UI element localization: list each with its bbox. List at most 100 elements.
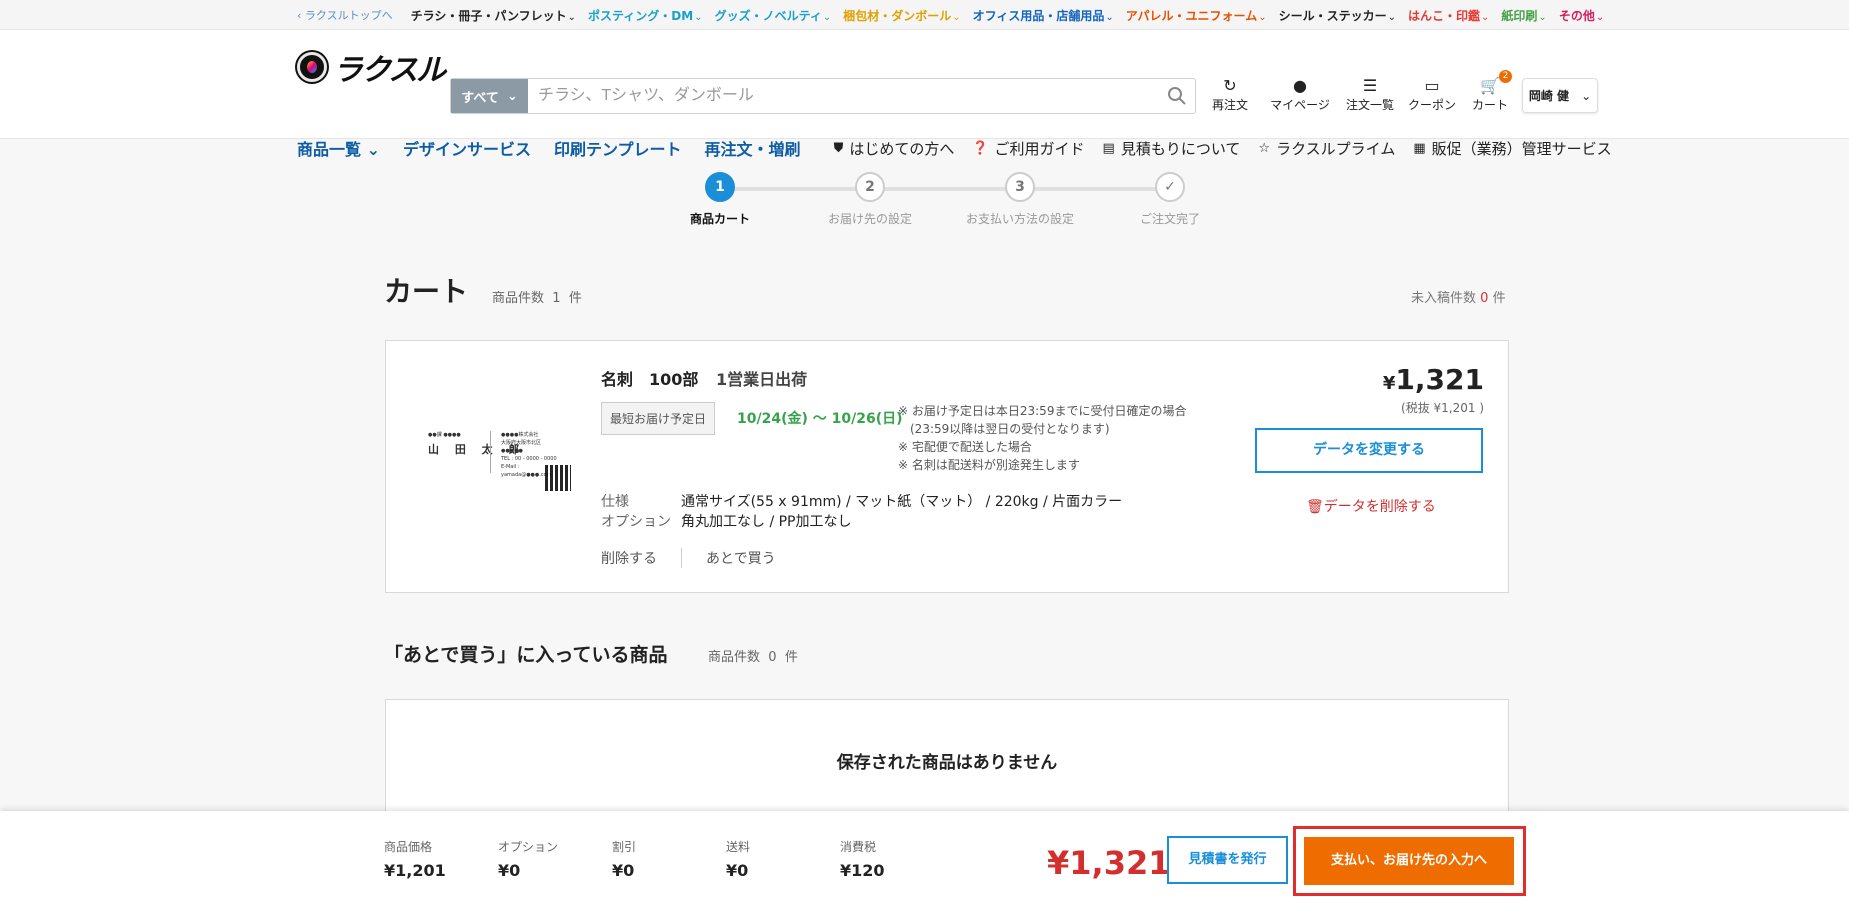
cart-count-label: 商品件数 <box>492 291 545 306</box>
steps-track <box>722 187 1178 191</box>
nav-prime[interactable]: ☆ ラクスルプライム <box>1258 138 1395 159</box>
spec-label: 仕様 <box>601 494 629 510</box>
summary-label: 送料 <box>726 840 751 854</box>
buy-later-panel: 保存された商品はありません <box>385 699 1509 829</box>
price-yen: ¥ <box>1382 373 1396 394</box>
category-packaging[interactable]: 梱包材・ダンボール <box>843 7 960 24</box>
order-list-button[interactable]: ☰ 注文一覧 <box>1340 76 1400 113</box>
business-card-preview[interactable]: ●●課 ●●●● 山 田 太 郎 ●●●●株式会社 大阪府大阪市北区●●●●● … <box>428 431 571 501</box>
reorder-button[interactable]: ↻ 再注文 <box>1206 76 1254 113</box>
nav-first-time-label: はじめての方へ <box>849 139 955 158</box>
category-flyers[interactable]: チラシ・冊子・パンフレット <box>411 7 576 24</box>
step-2-circle: 2 <box>855 172 885 202</box>
buy-later-link[interactable]: あとで買う <box>706 548 776 568</box>
step-1-circle: 1 <box>705 172 735 202</box>
chevron-down-icon: ⌄ <box>1581 88 1592 103</box>
back-link-label: ラクスルトップへ <box>304 9 393 22</box>
chevron-down-icon: ⌄ <box>506 88 518 104</box>
coupon-button[interactable]: ▭ クーポン <box>1404 76 1460 113</box>
nav-reorder[interactable]: 再注文・増刷 <box>705 136 801 160</box>
delivery-notes: ※ お届け予定日は本日23:59までに受付日確定の場合 (23:59以降は翌日の… <box>898 402 1186 474</box>
delivery-note: ※ 名刺は配送料が別途発生します <box>898 458 1080 472</box>
nav-prime-label: ラクスルプライム <box>1276 139 1396 158</box>
summary-item: 送料 ¥0 <box>726 838 750 880</box>
delivery-tag: 最短お届け予定日 <box>601 402 716 435</box>
summary-value: ¥1,201 <box>384 861 446 880</box>
qr-code-icon <box>545 465 571 491</box>
user-menu-button[interactable]: 岡崎 健 ⌄ <box>1522 78 1598 113</box>
nav-design-service[interactable]: デザインサービス <box>403 136 531 160</box>
step-3-circle: 3 <box>1005 172 1035 202</box>
search-category-select[interactable]: すべて ⌄ <box>451 79 528 113</box>
site-logo[interactable]: ラクスル <box>297 45 446 89</box>
order-total: ¥1,321 <box>1047 844 1171 882</box>
delivery-note: ※ お届け予定日は本日23:59までに受付日確定の場合 <box>898 404 1187 418</box>
later-count-unit: 件 <box>784 650 798 665</box>
spec-row: 仕様 通常サイズ(55 x 91mm) / マット紙（マット） / 220kg /… <box>601 491 1122 511</box>
issue-quote-button[interactable]: 見積書を発行 <box>1167 836 1288 884</box>
order-summary-bar: 商品価格 ¥1,201 オプション ¥0 割引 ¥0 送料 ¥0 消費税 ¥12… <box>0 811 1849 902</box>
logo-mark-icon <box>297 52 327 82</box>
nav-templates[interactable]: 印刷テンプレート <box>554 136 682 160</box>
nav-guide-label: ご利用ガイド <box>994 139 1085 158</box>
card-preview-divider <box>490 431 491 473</box>
mypage-label: マイページ <box>1270 98 1330 112</box>
refresh-icon: ↻ <box>1223 76 1237 95</box>
search-button[interactable] <box>1159 79 1195 113</box>
delete-data-link[interactable]: 🗑データを削除する <box>1306 496 1436 516</box>
cart-badge: 2 <box>1499 70 1512 83</box>
summary-item: 商品価格 ¥1,201 <box>384 838 446 880</box>
buy-later-title: 「あとで買う」に入っている商品 <box>384 644 668 666</box>
summary-value: ¥0 <box>726 861 749 880</box>
search-input[interactable] <box>528 79 1159 113</box>
summary-label: 割引 <box>612 840 637 854</box>
card-preview-tel: TEL : 00 - 0000 - 0000 <box>501 456 557 462</box>
cart-button[interactable]: 🛒 2 カート <box>1466 70 1514 113</box>
back-to-top-link[interactable]: ‹ ラクスルトップへ <box>297 7 393 23</box>
search-category-label: すべて <box>461 90 499 106</box>
order-list-label: 注文一覧 <box>1345 98 1394 112</box>
option-row: オプション 角丸加工なし / PP加工なし <box>601 511 852 531</box>
card-preview-title: ●●課 ●●●● <box>428 432 461 438</box>
category-stickers[interactable]: シール・ステッカー <box>1279 7 1396 24</box>
next-button-highlight: 支払い、お届け先の入力へ <box>1293 826 1526 896</box>
top-category-bar: ‹ ラクスルトップへ チラシ・冊子・パンフレット ポスティング・DM グッズ・ノ… <box>0 0 1849 30</box>
nav-estimate-label: 見積もりについて <box>1120 139 1241 158</box>
cart-item-card: ●●課 ●●●● 山 田 太 郎 ●●●●株式会社 大阪府大阪市北区●●●●● … <box>385 340 1509 593</box>
delivery-note: (23:59以降は翌日の受付となります) <box>898 422 1110 436</box>
category-other[interactable]: その他 <box>1559 7 1604 24</box>
draft-count-value: 0 <box>1480 291 1489 306</box>
change-data-button[interactable]: データを変更する <box>1255 428 1483 473</box>
step-4-label: ご注文完了 <box>1139 212 1200 226</box>
nav-business[interactable]: ▦ 販促（業務）管理サービス <box>1413 138 1611 159</box>
empty-message: 保存された商品はありません <box>836 753 1058 773</box>
item-price: ¥1,321 <box>1383 363 1484 396</box>
nav-products[interactable]: 商品一覧 ⌄ <box>297 136 380 160</box>
nav-estimate[interactable]: ▤ 見積もりについて <box>1103 138 1241 159</box>
nav-guide[interactable]: ❓ ご利用ガイド <box>972 138 1084 159</box>
category-posting[interactable]: ポスティング・DM <box>588 7 703 24</box>
draft-count-unit: 件 <box>1492 291 1506 306</box>
summary-value: ¥0 <box>498 861 521 880</box>
category-office[interactable]: オフィス用品・店舗用品 <box>973 7 1114 24</box>
later-count-value: 0 <box>768 650 777 665</box>
summary-item: 消費税 ¥120 <box>840 838 885 880</box>
summary-value: ¥120 <box>840 861 885 880</box>
chevron-down-icon: ⌄ <box>366 140 380 159</box>
category-stamps[interactable]: はんこ・印鑑 <box>1408 7 1489 24</box>
summary-label: 商品価格 <box>384 840 433 854</box>
document-icon: ▤ <box>1102 140 1115 156</box>
category-paper[interactable]: 紙印刷 <box>1501 7 1546 24</box>
person-icon: ● <box>1293 76 1307 95</box>
nav-first-time[interactable]: ⛊ はじめての方へ <box>834 138 955 159</box>
category-apparel[interactable]: アパレル・ユニフォーム <box>1126 7 1267 24</box>
delete-item-link[interactable]: 削除する <box>601 548 657 568</box>
card-preview-company: ●●●●株式会社 <box>501 432 539 438</box>
delivery-note: ※ 宅配便で配送した場合 <box>898 440 1032 454</box>
page-title: カート <box>384 275 469 308</box>
trash-icon: 🗑 <box>1306 499 1324 515</box>
mypage-button[interactable]: ● マイページ <box>1262 76 1338 113</box>
proceed-to-checkout-button[interactable]: 支払い、お届け先の入力へ <box>1304 837 1514 885</box>
spec-value: 通常サイズ(55 x 91mm) / マット紙（マット） / 220kg / 片… <box>681 494 1123 510</box>
category-goods[interactable]: グッズ・ノベルティ <box>715 7 832 24</box>
